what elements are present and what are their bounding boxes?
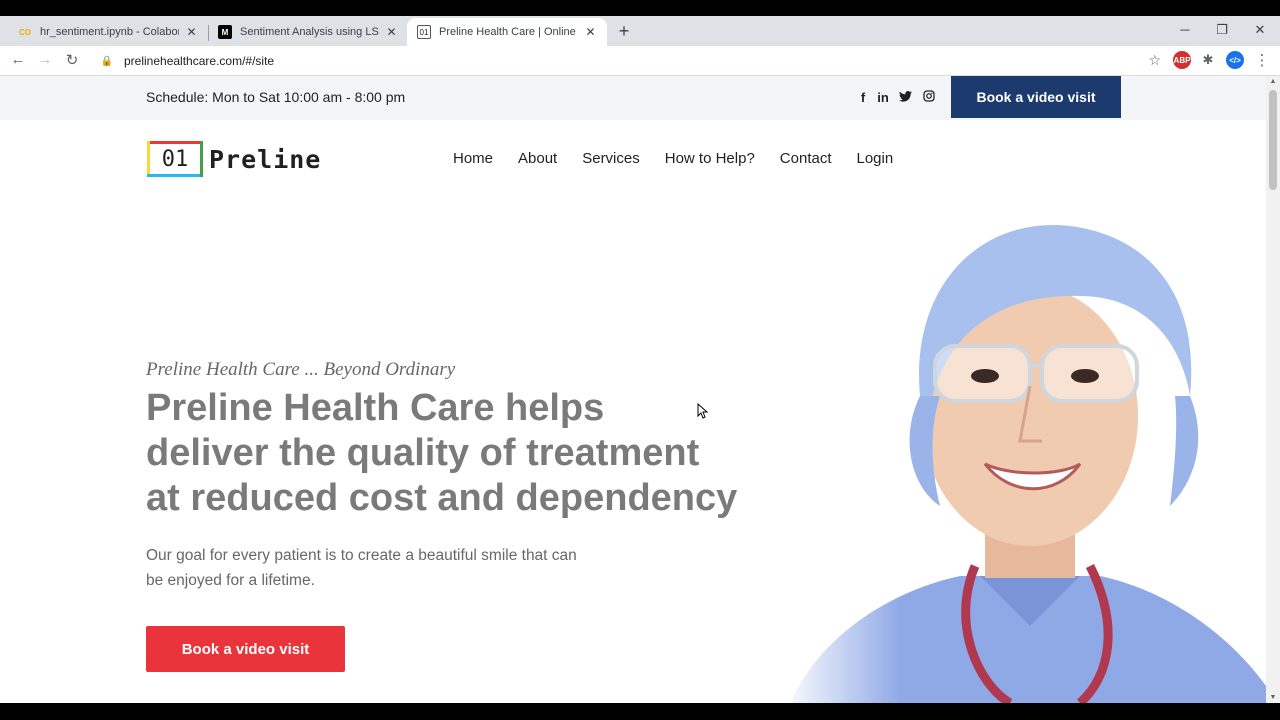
close-icon[interactable]: ✕ <box>584 25 597 39</box>
nav-home[interactable]: Home <box>453 150 493 167</box>
instagram-glyph <box>923 90 935 102</box>
web-page: Schedule: Mon to Sat 10:00 am - 8:00 pm … <box>0 76 1266 703</box>
instagram-icon[interactable] <box>921 90 937 105</box>
nurse-hero-image <box>780 206 1266 703</box>
scroll-up-arrow[interactable]: ▲ <box>1266 78 1280 85</box>
book-video-visit-top-button[interactable]: Book a video visit <box>951 76 1121 118</box>
nav-contact[interactable]: Contact <box>780 150 832 167</box>
browser-chrome: CO hr_sentiment.ipynb - Colaboratory ✕ M… <box>0 0 1280 76</box>
close-window-button[interactable]: ✕ <box>1245 22 1275 38</box>
tab-title: Preline Health Care | Online Video <box>439 26 578 38</box>
main-nav: Home About Services How to Help? Contact… <box>453 150 918 167</box>
forward-button[interactable]: → <box>35 51 55 68</box>
logo-number: 01 <box>161 146 189 172</box>
schedule-bar: Schedule: Mon to Sat 10:00 am - 8:00 pm … <box>0 76 1266 120</box>
taskbar-strip <box>0 703 1280 720</box>
puzzle-icon[interactable]: ✱ <box>1199 51 1217 69</box>
description-line: be enjoyed for a lifetime. <box>146 572 315 589</box>
schedule-text: Schedule: Mon to Sat 10:00 am - 8:00 pm <box>146 89 406 105</box>
back-button[interactable]: ← <box>8 51 28 68</box>
mouse-cursor-icon <box>697 403 709 419</box>
twitter-icon[interactable] <box>897 90 913 105</box>
book-video-visit-hero-button[interactable]: Book a video visit <box>146 626 345 672</box>
close-icon[interactable]: ✕ <box>185 25 198 39</box>
browser-toolbar: ← → ↻ 🔒 prelinehealthcare.com/#/site ☆ A… <box>0 46 1280 76</box>
tab-medium[interactable]: M Sentiment Analysis using LSTM. I ✕ <box>208 18 408 46</box>
tab-preline[interactable]: 01 Preline Health Care | Online Video ✕ <box>407 18 607 46</box>
close-icon[interactable]: ✕ <box>385 25 398 39</box>
new-tab-button[interactable]: + <box>614 21 634 42</box>
twitter-glyph <box>898 91 912 102</box>
page-scrollbar[interactable]: ▲ ▼ <box>1266 76 1280 703</box>
nav-about[interactable]: About <box>518 150 557 167</box>
address-bar[interactable]: 🔒 prelinehealthcare.com/#/site ☆ <box>92 49 1167 73</box>
description-line: Our goal for every patient is to create … <box>146 547 577 564</box>
menu-kebab-icon[interactable]: ⋮ <box>1252 51 1272 69</box>
tab-strip: CO hr_sentiment.ipynb - Colaboratory ✕ M… <box>0 16 1280 46</box>
headline-line: at reduced cost and dependency <box>146 477 738 519</box>
colab-icon: CO <box>19 27 31 37</box>
lock-icon: 🔒 <box>100 55 114 67</box>
logo-text: Preline <box>209 144 322 174</box>
nav-how-to-help[interactable]: How to Help? <box>665 150 755 167</box>
restore-button[interactable]: ❐ <box>1207 22 1237 38</box>
title-bar <box>0 0 1280 16</box>
facebook-icon[interactable]: f <box>855 90 871 105</box>
linkedin-icon[interactable]: in <box>875 90 891 105</box>
minimize-button[interactable]: ─ <box>1170 22 1200 37</box>
hero-description: Our goal for every patient is to create … <box>146 543 646 593</box>
tab-title: Sentiment Analysis using LSTM. I <box>240 26 379 38</box>
url-text: prelinehealthcare.com/#/site <box>124 54 275 68</box>
tab-colab[interactable]: CO hr_sentiment.ipynb - Colaboratory ✕ <box>8 18 208 46</box>
site-header: 01 Preline Home About Services How to He… <box>0 120 1266 200</box>
scrollbar-thumb[interactable] <box>1269 90 1277 190</box>
devtools-extension-icon[interactable]: </> <box>1226 51 1244 69</box>
nav-login[interactable]: Login <box>857 150 894 167</box>
logo-mark: 01 <box>147 141 203 177</box>
headline-line: deliver the quality of treatment <box>146 432 700 474</box>
logo[interactable]: 01 Preline <box>147 141 321 177</box>
tab-title: hr_sentiment.ipynb - Colaboratory <box>40 26 179 38</box>
medium-icon: M <box>218 25 232 39</box>
hero-tagline: Preline Health Care ... Beyond Ordinary <box>146 359 456 380</box>
scroll-down-arrow[interactable]: ▼ <box>1266 694 1280 701</box>
reload-button[interactable]: ↻ <box>62 51 82 69</box>
adblock-icon[interactable]: ABP <box>1173 51 1191 69</box>
nav-services[interactable]: Services <box>582 150 640 167</box>
preline-favicon-icon: 01 <box>417 25 431 39</box>
bookmark-star-icon[interactable]: ☆ <box>1148 52 1161 69</box>
